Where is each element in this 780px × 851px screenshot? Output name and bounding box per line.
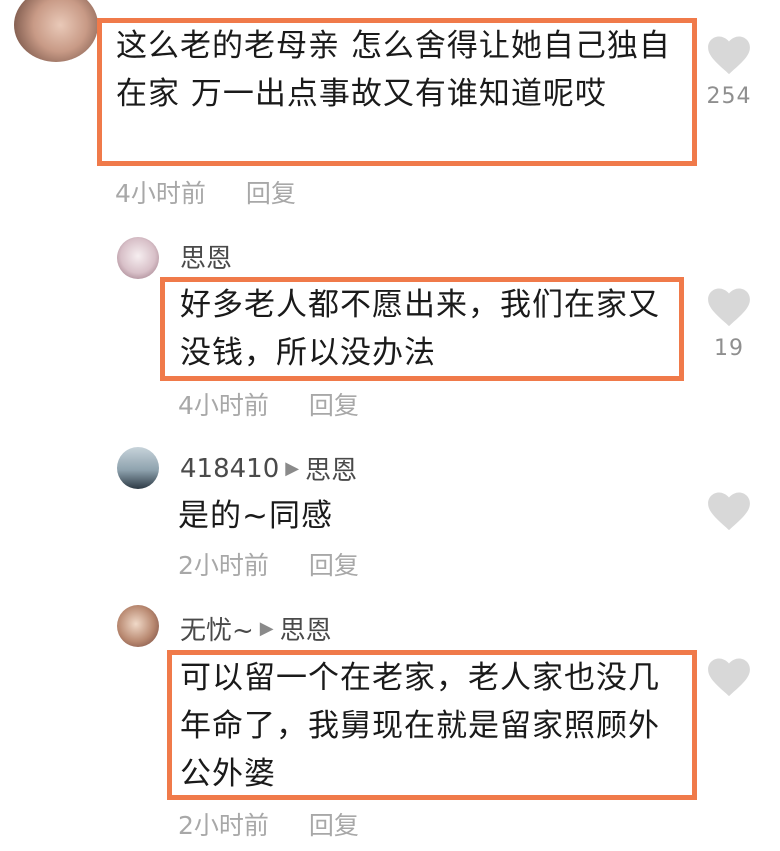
username[interactable]: 思恩 [180, 238, 232, 275]
comment-time: 2小时前 [178, 811, 269, 840]
like-button[interactable] [694, 492, 764, 532]
reply-button[interactable]: 回复 [309, 386, 359, 422]
like-button[interactable] [694, 658, 764, 698]
reply-button[interactable]: 回复 [309, 806, 359, 842]
comment-meta: 4小时前 回复 [178, 386, 359, 422]
avatar[interactable] [117, 447, 159, 489]
like-count: 19 [714, 336, 744, 361]
comment-time: 4小时前 [178, 391, 269, 420]
username[interactable]: 418410 [180, 454, 279, 484]
comment-meta: 4小时前 回复 [115, 174, 296, 210]
comment-time: 4小时前 [115, 179, 206, 208]
reply-header: 无忧~ ▶ 思恩 [180, 610, 332, 647]
reply-button[interactable]: 回复 [246, 174, 296, 210]
like-button[interactable]: 254 [694, 36, 764, 109]
heart-icon [708, 492, 750, 531]
comment-text: 这么老的老母亲 怎么舍得让她自己独自在家 万一出点事故又有谁知道呢哎 [116, 28, 671, 112]
like-count: 254 [706, 84, 752, 109]
comment-text: 好多老人都不愿出来，我们在家又没钱，所以没办法 [180, 287, 660, 371]
heart-icon [708, 658, 750, 697]
reply-to-username[interactable]: 思恩 [280, 610, 332, 647]
reply-button[interactable]: 回复 [309, 546, 359, 582]
like-button[interactable]: 19 [694, 288, 764, 361]
avatar[interactable] [14, 0, 98, 62]
avatar[interactable] [117, 605, 159, 647]
comment-meta: 2小时前 回复 [178, 546, 359, 582]
comment-time: 2小时前 [178, 551, 269, 580]
reply-to-username[interactable]: 思恩 [305, 450, 357, 487]
comment-text: 可以留一个在老家，老人家也没几年命了，我舅现在就是留家照顾外公外婆 [180, 660, 660, 792]
heart-icon [708, 36, 750, 75]
comment-meta: 2小时前 回复 [178, 806, 359, 842]
reply-arrow-icon: ▶ [285, 458, 300, 479]
reply-header: 418410 ▶ 思恩 [180, 450, 357, 487]
comment-text: 是的~同感 [178, 498, 333, 534]
username[interactable]: 无忧~ [180, 610, 254, 647]
reply-arrow-icon: ▶ [259, 618, 274, 639]
heart-icon [708, 288, 750, 327]
avatar[interactable] [117, 237, 159, 279]
